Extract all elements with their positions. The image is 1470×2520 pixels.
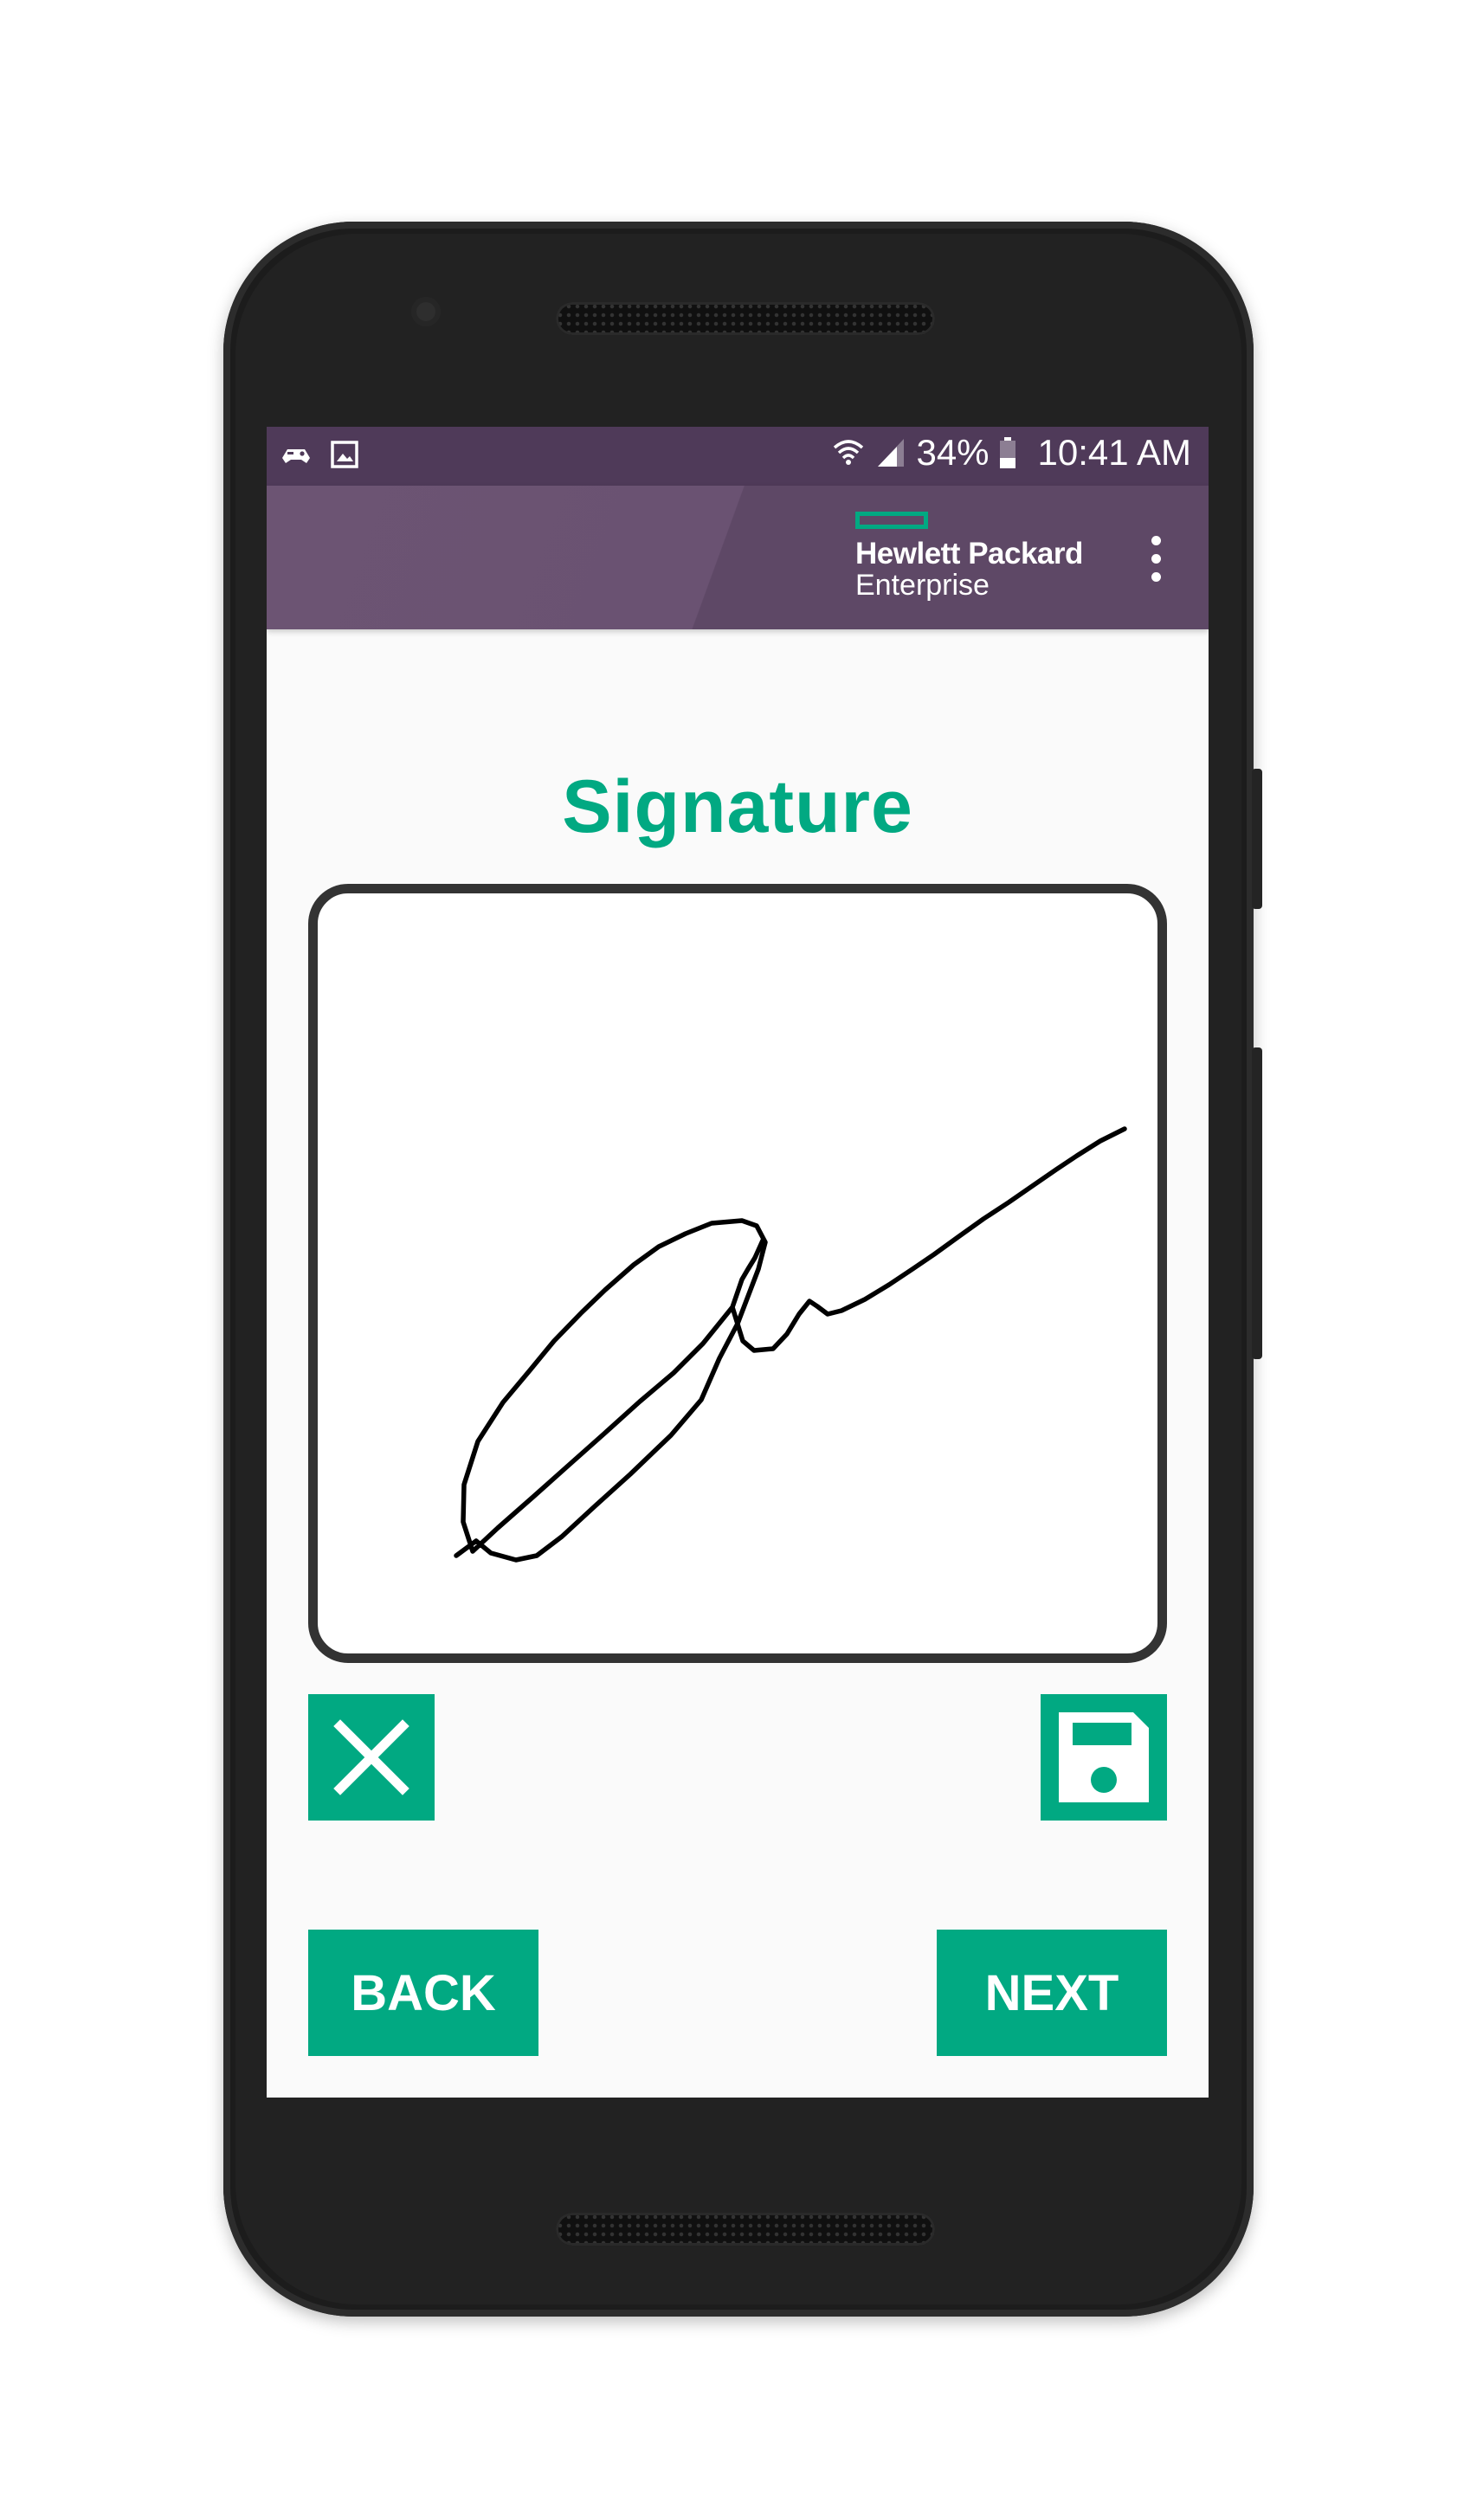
battery-percent: 34% [916, 432, 990, 473]
status-bar: 34% 10:41 AM [267, 427, 1209, 486]
back-button[interactable]: BACK [308, 1930, 538, 2056]
gamepad-notification-icon [282, 449, 310, 463]
top-speaker [556, 302, 935, 335]
battery-icon [999, 437, 1015, 468]
clock: 10:41 AM [1037, 432, 1191, 473]
front-camera [411, 297, 441, 326]
logo-line1: Hewlett Packard [855, 537, 1083, 570]
hpe-logo-bar [855, 512, 928, 529]
volume-button [1252, 1047, 1262, 1359]
bottom-speaker [556, 2213, 935, 2246]
status-left-icons [279, 439, 360, 470]
logo-line2: Enterprise [855, 569, 990, 602]
overflow-dot [1151, 554, 1161, 564]
overflow-dot [1151, 572, 1161, 582]
overflow-menu-icon[interactable] [1151, 536, 1162, 588]
signature-stroke [454, 1126, 1127, 1563]
next-button[interactable]: NEXT [937, 1930, 1167, 2056]
overflow-dot [1151, 536, 1161, 545]
close-icon [333, 1719, 409, 1795]
page-title: Signature [562, 765, 913, 848]
status-right-area: 34% 10:41 AM [831, 432, 1191, 474]
app-bar: Hewlett Packard Enterprise [267, 486, 1209, 629]
signature-pad[interactable] [308, 884, 1167, 1663]
clear-signature-button[interactable] [308, 1694, 435, 1821]
signal-icon [878, 439, 905, 467]
save-signature-button[interactable] [1041, 1694, 1167, 1821]
hpe-logo: Hewlett Packard Enterprise [855, 512, 1089, 600]
image-notification-icon [331, 441, 358, 468]
screen: 34% 10:41 AM Hewlett Packard Enterprise … [267, 427, 1209, 2098]
power-button [1252, 769, 1262, 909]
wifi-icon [834, 440, 864, 465]
floppy-disk-icon [1059, 1712, 1149, 1802]
